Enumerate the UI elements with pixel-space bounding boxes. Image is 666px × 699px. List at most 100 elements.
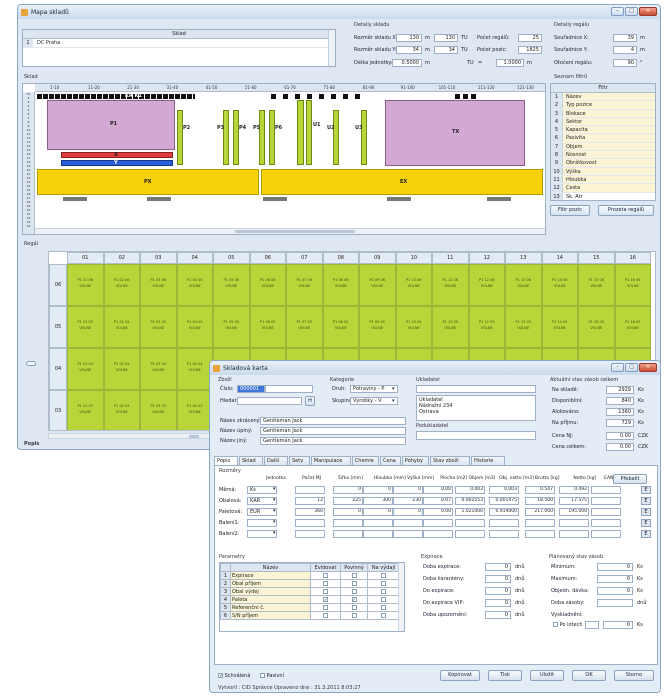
close-button[interactable]: ✕	[639, 363, 657, 372]
parametry-row[interactable]: 6 S/N příjem	[220, 611, 400, 620]
prozeta-regalu-button[interactable]: Prozeta regálů	[598, 205, 654, 216]
sy-field[interactable]: 4	[613, 46, 637, 54]
rozmery-value-field[interactable]: 18.500	[525, 497, 555, 505]
nazev-uziv-field[interactable]: Gentleman Jack	[260, 427, 406, 435]
rack-u1[interactable]	[297, 100, 304, 165]
rack-p4[interactable]	[233, 110, 239, 165]
delka-field[interactable]: 0.5000	[392, 59, 422, 67]
rack-p3[interactable]	[223, 110, 229, 165]
filtr-item[interactable]: 8 Nosnost	[551, 151, 655, 160]
pasivni-check[interactable]	[260, 673, 265, 678]
parametry-row[interactable]: 5 Referenční č.	[220, 603, 400, 612]
rozmery-value-field[interactable]	[423, 519, 453, 527]
rozmery-value-field[interactable]: 0	[363, 486, 393, 494]
regal-cell[interactable]: P1 04 05 VOLNE	[176, 306, 213, 348]
rozmery-value-field[interactable]: 0	[363, 508, 393, 516]
rozmery-value-field[interactable]	[559, 519, 589, 527]
doba-kar-field[interactable]: 0	[485, 575, 511, 583]
parametry-checkbox[interactable]	[351, 580, 357, 586]
parametry-checkbox[interactable]	[381, 588, 387, 594]
rozmery-value-field[interactable]	[591, 508, 621, 516]
tab-historie[interactable]: Historie	[471, 456, 505, 465]
rozmery-value-field[interactable]: 1.021000	[455, 508, 485, 516]
parametry-checkbox[interactable]	[381, 612, 387, 618]
regal-cell[interactable]: P1 01 04 VOLNE	[67, 348, 104, 390]
zone-ex[interactable]: EX	[261, 169, 543, 195]
rozmery-value-field[interactable]	[591, 519, 621, 527]
rozmery-value-field[interactable]: 230	[393, 497, 423, 505]
rozmery-e-button[interactable]: E	[641, 508, 651, 516]
minimize-button[interactable]: –	[611, 7, 624, 16]
rozmery-value-field[interactable]: 0.07	[423, 497, 453, 505]
tab-pohyby[interactable]: Pohyby	[401, 456, 429, 465]
parametry-checkbox[interactable]	[322, 572, 328, 578]
rack-p2[interactable]	[177, 110, 183, 165]
zone-y[interactable]: Y	[61, 160, 173, 166]
regal-cell[interactable]: P1 13 06 VOLNE	[505, 264, 542, 306]
rozmery-value-field[interactable]: 0.003	[455, 486, 485, 494]
regal-cell[interactable]: P1 05 06 VOLNE	[213, 264, 250, 306]
zone-px[interactable]: PX	[37, 169, 259, 195]
regal-cell[interactable]: P1 04 03 VOLNE	[176, 390, 213, 430]
filtr-item[interactable]: 1 Název	[551, 93, 655, 102]
regal-cell[interactable]: P1 03 06 VOLNE	[140, 264, 177, 306]
rozmery-value-field[interactable]: 0.001553	[455, 497, 485, 505]
rozmery-e-button[interactable]: E	[641, 497, 651, 505]
regal-cell[interactable]: P1 09 06 VOLNE	[359, 264, 396, 306]
regal-cell[interactable]: P1 14 05 VOLNE	[541, 306, 578, 348]
rozmer-y-tu-field[interactable]: 34	[434, 46, 458, 54]
parametry-checkbox[interactable]	[351, 572, 357, 578]
regal-cell[interactable]: P1 01 06 VOLNE	[67, 264, 104, 306]
parametry-checkbox[interactable]: ✓	[351, 596, 357, 602]
kopirovat-button[interactable]: Kopírovat	[440, 670, 480, 681]
regal-hscroll-thumb[interactable]	[189, 435, 199, 438]
zone-x[interactable]: X	[61, 152, 173, 158]
rozmery-value-field[interactable]	[591, 530, 621, 538]
regal-cell[interactable]: P1 05 05 VOLNE	[213, 306, 250, 348]
rack-u1b[interactable]	[306, 100, 312, 165]
regal-cell[interactable]: P1 03 03 VOLNE	[140, 390, 177, 430]
rozmery-value-field[interactable]: 0.492	[559, 486, 589, 494]
regal-cell[interactable]: P1 03 04 VOLNE	[140, 348, 177, 390]
rack-u2[interactable]	[333, 110, 339, 165]
rack-p5[interactable]	[259, 110, 265, 165]
tu-val-field[interactable]: 1.0000	[496, 59, 524, 67]
rack-u3[interactable]	[361, 110, 367, 165]
parametry-checkbox[interactable]	[322, 604, 328, 610]
parametry-checkbox[interactable]: ✓	[322, 596, 328, 602]
rozmery-value-field[interactable]	[525, 519, 555, 527]
parametry-row[interactable]: 3 Obal výdej	[220, 587, 400, 596]
maximize-button[interactable]: □	[625, 363, 638, 372]
sklad-list-row[interactable]: 1 DC Praha	[23, 39, 335, 48]
regal-cell[interactable]: P1 08 06 VOLNE	[322, 264, 359, 306]
parametry-checkbox[interactable]	[351, 612, 357, 618]
ukladatel-select[interactable]	[416, 385, 536, 393]
minimum-field[interactable]: 0	[597, 563, 633, 571]
rozmery-value-field[interactable]	[363, 530, 393, 538]
rozmery-value-field[interactable]	[455, 519, 485, 527]
sx-field[interactable]: 39	[613, 34, 637, 42]
rozmery-value-field[interactable]	[489, 530, 519, 538]
close-button[interactable]: ✕	[639, 7, 657, 16]
druh-chevron-down-icon[interactable]: ▾	[392, 386, 395, 392]
hledat-field[interactable]	[237, 397, 302, 405]
rozmery-value-field[interactable]: 217.000	[525, 508, 555, 516]
rozmery-value-field[interactable]	[591, 486, 621, 494]
rozmer-x-tu-field[interactable]: 130	[434, 34, 458, 42]
rozmery-value-field[interactable]: 225	[333, 497, 363, 505]
do-exp-field[interactable]: 0	[485, 587, 511, 595]
filtr-item[interactable]: 3 Blokace	[551, 109, 655, 118]
cislo-field[interactable]: 000001	[237, 385, 265, 393]
rozmery-value-field[interactable]: 0.00	[423, 486, 453, 494]
minimize-button[interactable]: –	[611, 363, 624, 372]
filtr-item[interactable]: 10 Výška	[551, 167, 655, 176]
ulozit-button[interactable]: Uložit	[530, 670, 564, 681]
regal-cell[interactable]: P1 16 05 VOLNE	[614, 306, 651, 348]
unit-chevron-down-icon[interactable]: ▾	[273, 519, 276, 525]
rozmery-e-button[interactable]: E	[641, 519, 651, 527]
rozmery-value-field[interactable]: 300	[363, 497, 393, 505]
rack-p6[interactable]	[269, 110, 275, 165]
parametry-checkbox[interactable]	[322, 588, 328, 594]
tab-sety[interactable]: Sety	[289, 456, 310, 465]
rozmery-value-field[interactable]: 0	[393, 508, 423, 516]
